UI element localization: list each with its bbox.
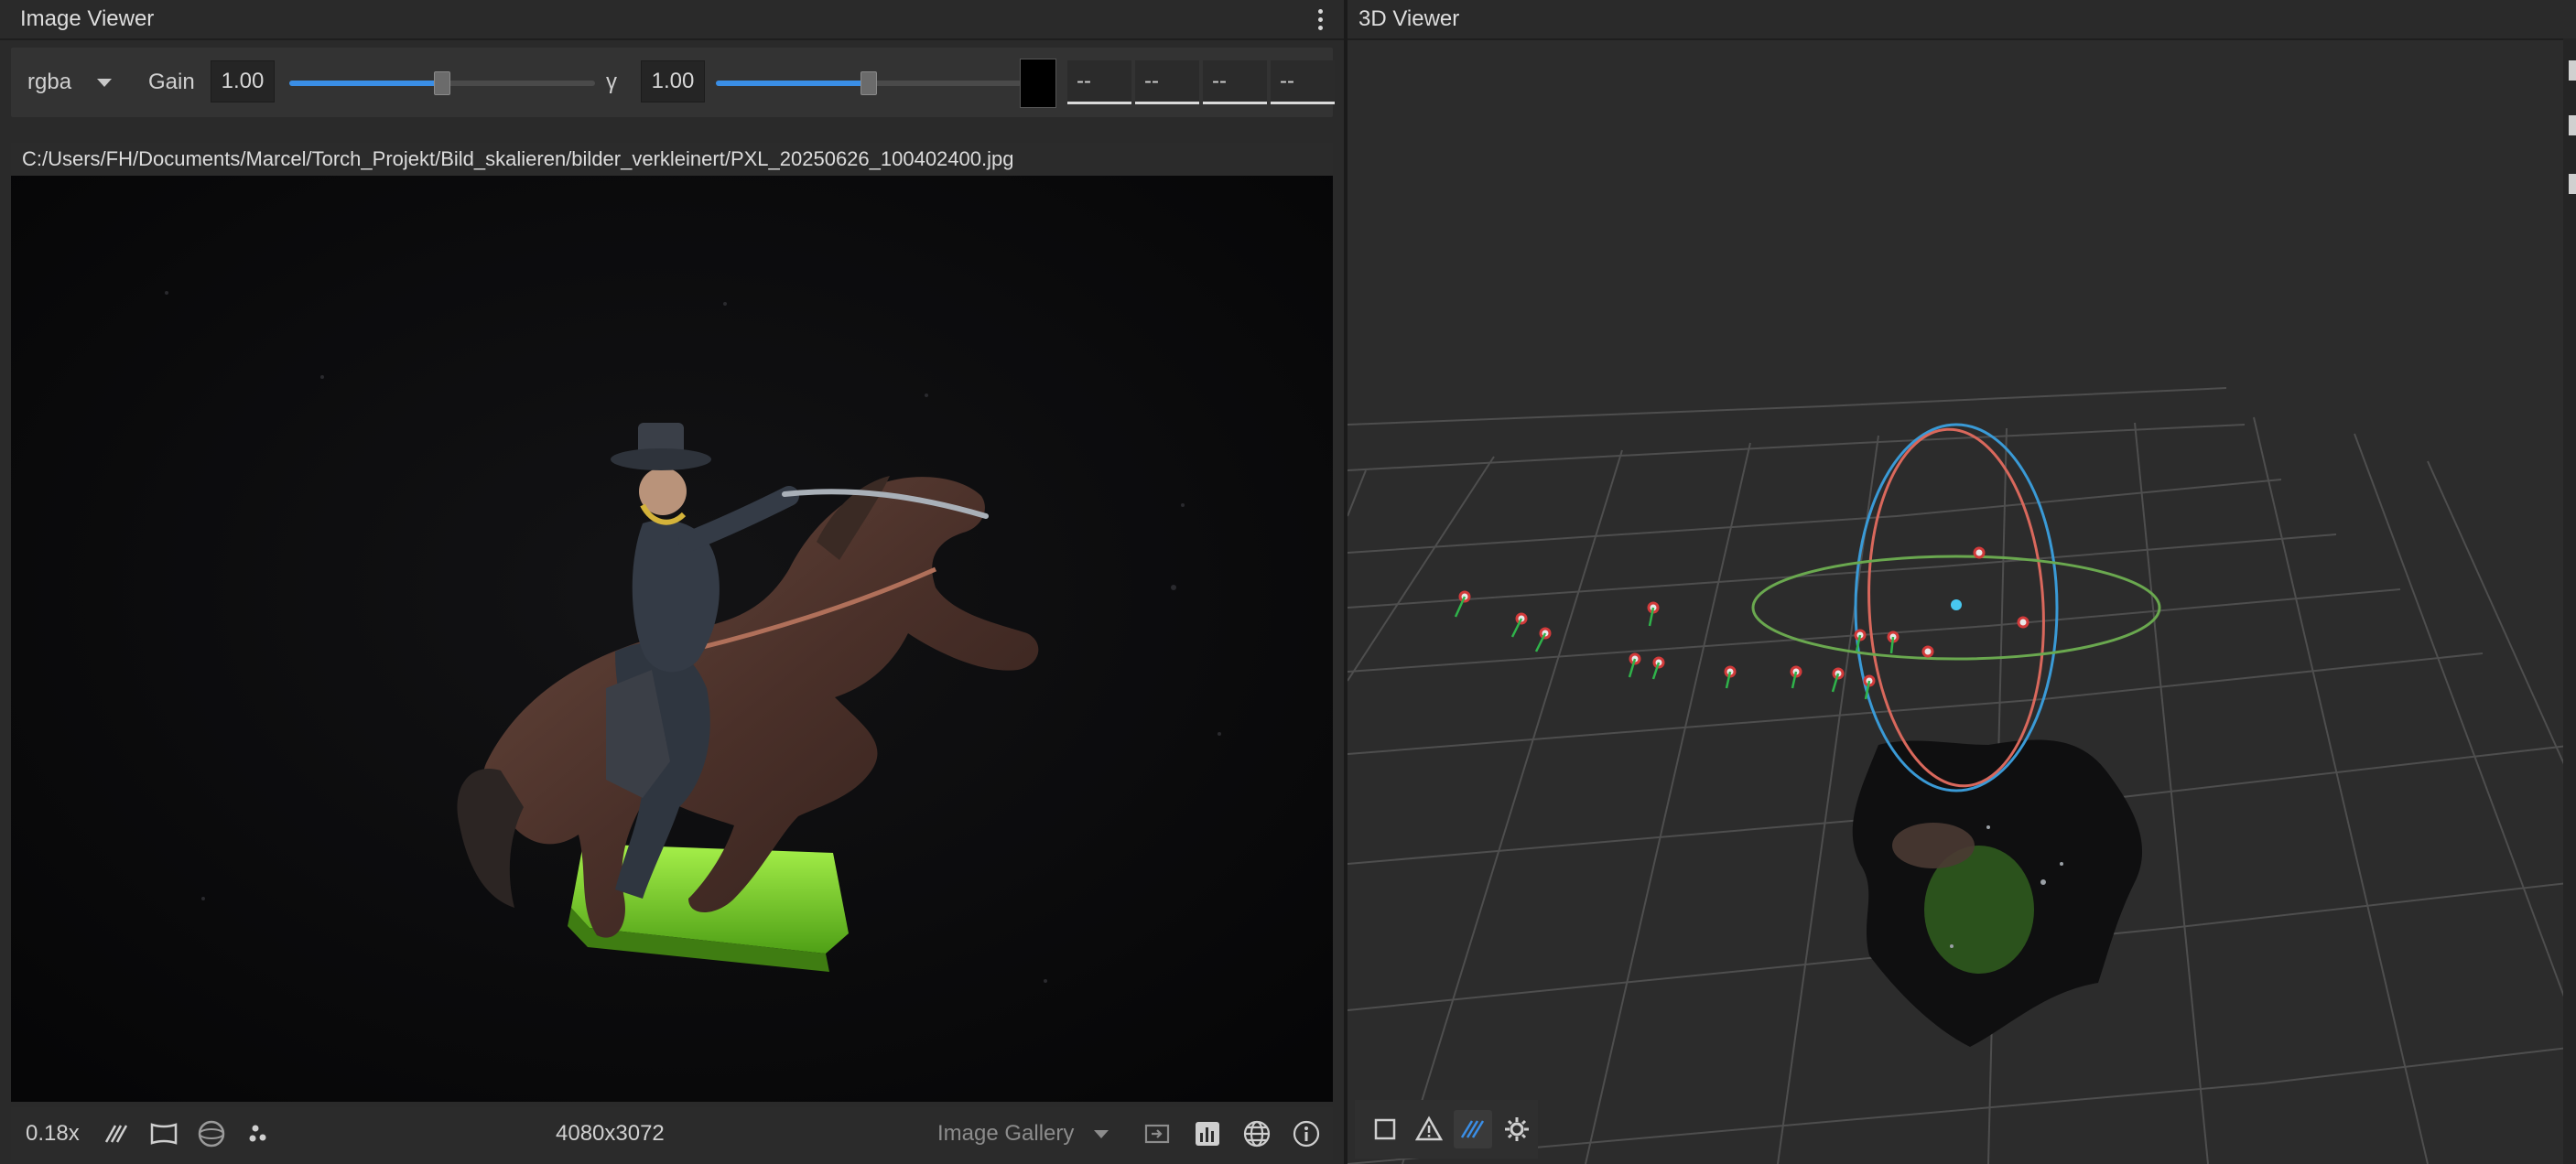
zoom-level: 0.18x — [26, 1121, 80, 1146]
image-statusbar: 0.18x 4080x3072 Image Gallery — [11, 1107, 1333, 1160]
file-path: C:/Users/FH/Documents/Marcel/Torch_Proje… — [22, 147, 1014, 170]
gain-label: Gain — [148, 70, 195, 94]
chevron-down-icon — [1094, 1129, 1109, 1138]
gamma-slider[interactable] — [716, 71, 1022, 95]
image-gallery-label: Image Gallery — [937, 1121, 1075, 1146]
warning-icon[interactable] — [1410, 1110, 1448, 1148]
pixel-value-b: -- — [1203, 60, 1267, 104]
chevron-down-icon — [97, 78, 113, 87]
histogram-icon[interactable] — [1192, 1107, 1223, 1160]
pixel-value-a: -- — [1271, 60, 1335, 104]
gamma-input[interactable]: 1.00 — [641, 60, 705, 102]
photo-horse-rider — [11, 176, 1333, 1102]
file-path-bar: C:/Users/FH/Documents/Marcel/Torch_Proje… — [11, 143, 1333, 176]
gear-icon[interactable] — [1498, 1110, 1536, 1148]
image-viewer-panel: Image Viewer rgba Gain 1.00 γ 1.00 -- --… — [0, 0, 1344, 1164]
side-tab-strip[interactable] — [2563, 38, 2576, 1164]
gamma-slider-handle[interactable] — [860, 71, 877, 95]
hatch-icon[interactable] — [1454, 1110, 1492, 1148]
side-tab[interactable] — [2569, 174, 2576, 194]
channel-mode-value: rgba — [27, 70, 72, 94]
viewer-3d-canvas[interactable] — [1348, 40, 2576, 1164]
gain-slider-handle[interactable] — [434, 71, 450, 95]
image-viewport[interactable] — [11, 176, 1333, 1102]
image-viewer-title: Image Viewer — [20, 6, 155, 31]
gamma-label: γ — [606, 70, 617, 94]
sphere-icon[interactable] — [196, 1107, 227, 1160]
globe-icon[interactable] — [1241, 1107, 1272, 1160]
side-tab[interactable] — [2569, 60, 2576, 81]
image-toolbar: rgba Gain 1.00 γ 1.00 -- -- -- -- — [11, 48, 1335, 117]
channel-mode-dropdown[interactable]: rgba — [27, 48, 130, 117]
viewer-3d-title: 3D Viewer — [1358, 6, 1460, 31]
gain-slider[interactable] — [289, 71, 595, 95]
frame-icon[interactable] — [148, 1107, 179, 1160]
pixel-value-r: -- — [1067, 60, 1131, 104]
image-viewer-titlebar: Image Viewer — [0, 0, 1344, 40]
info-icon[interactable] — [1291, 1107, 1322, 1160]
points-icon[interactable] — [244, 1107, 275, 1160]
image-gallery-dropdown[interactable]: Image Gallery — [937, 1107, 1109, 1160]
image-resolution: 4080x3072 — [556, 1121, 665, 1146]
viewer-3d-panel: 3D Viewer — [1348, 0, 2576, 1164]
hatch-icon[interactable] — [101, 1107, 132, 1160]
side-tab[interactable] — [2569, 115, 2576, 135]
square-icon[interactable] — [1366, 1110, 1404, 1148]
color-swatch — [1020, 59, 1056, 108]
gamma-slider-fill — [716, 81, 869, 86]
gain-input[interactable]: 1.00 — [211, 60, 275, 102]
more-options-icon[interactable] — [1307, 5, 1333, 33]
viewer-3d-toolbar — [1355, 1100, 1538, 1159]
pixel-value-g: -- — [1135, 60, 1199, 104]
viewer-3d-titlebar: 3D Viewer — [1348, 0, 2576, 40]
gain-slider-fill — [289, 81, 442, 86]
export-icon[interactable] — [1142, 1107, 1174, 1160]
